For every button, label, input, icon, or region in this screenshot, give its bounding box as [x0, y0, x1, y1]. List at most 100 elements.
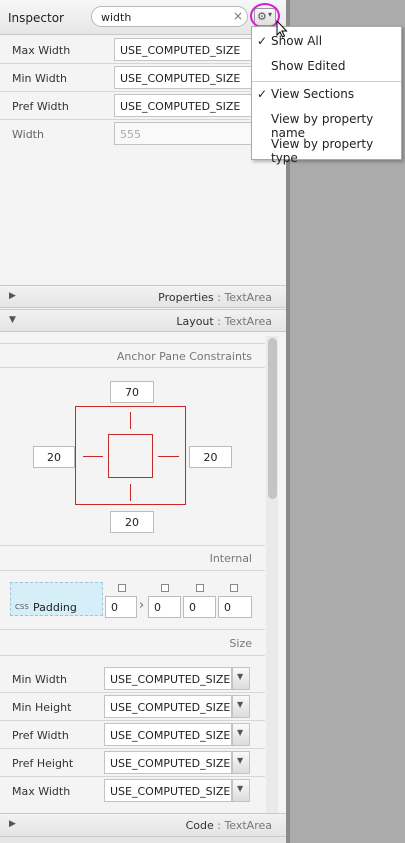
field-label: Pref Height — [12, 757, 74, 770]
check-icon: ✓ — [257, 34, 268, 48]
section-name: Layout — [176, 315, 214, 328]
pref-height-dropdown[interactable]: ▼ — [232, 751, 250, 774]
field-label: Pref Width — [12, 729, 69, 742]
size-title: Size — [229, 637, 252, 650]
check-icon: ✓ — [257, 87, 268, 101]
clear-icon[interactable]: × — [233, 9, 243, 23]
view-options-menu: ✓ Show All Show Edited ✓ View Sections V… — [251, 26, 402, 165]
pref-width-select[interactable]: USE_COMPUTED_SIZE — [104, 723, 232, 746]
anchor-inner-box — [108, 434, 153, 478]
section-properties[interactable]: ▶ Properties : TextArea — [0, 285, 286, 308]
section-title: Properties : TextArea — [158, 291, 272, 304]
pref-width-dropdown[interactable]: ▼ — [232, 723, 250, 746]
min-width-dropdown[interactable]: ▼ — [232, 667, 250, 690]
section-code[interactable]: ▶ Code : TextArea — [0, 813, 286, 837]
dropdown-icon: ▼ — [237, 700, 244, 709]
row-divider — [0, 720, 265, 721]
min-height-select[interactable]: USE_COMPUTED_SIZE — [104, 695, 232, 718]
inspector-header: Inspector width × — [0, 0, 286, 35]
row-divider — [0, 91, 250, 92]
padding-label: Padding — [33, 601, 77, 614]
padding-left-check[interactable] — [230, 584, 238, 592]
field-label: Width — [12, 128, 44, 141]
inspector-title: Inspector — [8, 11, 64, 25]
field-label: Max Width — [12, 44, 71, 57]
row-divider — [0, 570, 265, 571]
search-input[interactable]: width × — [91, 6, 248, 27]
menu-item-label: Show Edited — [271, 59, 346, 73]
search-value: width — [101, 11, 132, 24]
field-label: Min Width — [12, 673, 67, 686]
row-divider — [0, 776, 265, 777]
min-width-field[interactable]: USE_COMPUTED_SIZE — [114, 66, 254, 89]
anchor-bottom-line[interactable] — [130, 484, 131, 501]
expand-icon: ▶ — [9, 291, 16, 301]
width-field: 555 — [114, 122, 254, 145]
pref-width-field[interactable]: USE_COMPUTED_SIZE — [114, 94, 254, 117]
padding-left-field[interactable]: 0 — [218, 596, 252, 618]
menu-item-view-by-type[interactable]: View by property type — [252, 133, 401, 165]
dropdown-icon: ▼ — [237, 784, 244, 793]
menu-item-label: View by property type — [271, 137, 374, 165]
anchor-bottom-field[interactable]: 20 — [110, 511, 154, 533]
menu-item-show-edited[interactable]: Show Edited — [252, 55, 401, 80]
row-divider — [0, 119, 250, 120]
anchor-left-field[interactable]: 20 — [33, 446, 75, 468]
padding-bottom-field[interactable]: 0 — [183, 596, 216, 618]
dropdown-icon: ▼ — [237, 756, 244, 765]
field-label: Min Height — [12, 701, 72, 714]
menu-separator — [252, 81, 401, 82]
row-divider — [0, 748, 265, 749]
anchor-right-line[interactable] — [158, 456, 179, 457]
menu-item-view-sections[interactable]: ✓ View Sections — [252, 83, 401, 108]
row-divider — [0, 629, 265, 630]
row-divider — [0, 63, 250, 64]
dropdown-icon: ▼ — [237, 728, 244, 737]
section-separator: : — [213, 291, 225, 304]
max-width-dropdown[interactable]: ▼ — [232, 779, 250, 802]
section-name: Code — [185, 819, 214, 832]
row-divider — [0, 545, 265, 546]
dropdown-icon: ▼ — [237, 672, 244, 681]
section-layout[interactable]: ▼ Layout : TextArea — [0, 309, 286, 332]
pref-height-select[interactable]: USE_COMPUTED_SIZE — [104, 751, 232, 774]
row-divider — [0, 367, 265, 368]
padding-property[interactable]: CSS Padding — [10, 582, 103, 616]
row-divider — [0, 692, 265, 693]
cursor-icon — [276, 20, 288, 38]
max-width-select[interactable]: USE_COMPUTED_SIZE — [104, 779, 232, 802]
anchor-left-line[interactable] — [83, 456, 103, 457]
section-separator: : — [213, 315, 225, 328]
field-label: Min Width — [12, 72, 67, 85]
menu-item-view-by-name[interactable]: View by property name — [252, 108, 401, 140]
field-label: Max Width — [12, 785, 71, 798]
min-width-select[interactable]: USE_COMPUTED_SIZE — [104, 667, 232, 690]
padding-right-field[interactable]: 0 — [148, 596, 181, 618]
min-height-dropdown[interactable]: ▼ — [232, 695, 250, 718]
menu-item-show-all[interactable]: ✓ Show All — [252, 30, 401, 55]
scrollbar-thumb[interactable] — [268, 338, 277, 499]
section-title: Code : TextArea — [186, 819, 272, 832]
row-divider — [0, 655, 265, 656]
expand-icon: ▶ — [9, 819, 16, 829]
section-title: Layout : TextArea — [176, 315, 272, 328]
anchor-title: Anchor Pane Constraints — [116, 350, 252, 363]
section-separator: : — [213, 819, 225, 832]
collapse-icon: ▼ — [9, 315, 16, 325]
padding-top-check[interactable] — [118, 584, 126, 592]
menu-item-label: View Sections — [271, 87, 355, 101]
field-label: Pref Width — [12, 100, 69, 113]
padding-top-field[interactable]: 0 — [105, 596, 137, 618]
padding-right-check[interactable] — [161, 584, 169, 592]
section-type: TextArea — [224, 315, 272, 328]
panel-bottom — [0, 837, 286, 843]
link-icon: › — [139, 598, 145, 613]
row-divider — [0, 343, 265, 344]
anchor-top-field[interactable]: 70 — [110, 381, 154, 403]
anchor-top-line[interactable] — [130, 412, 131, 429]
anchor-right-field[interactable]: 20 — [189, 446, 232, 468]
css-tag: CSS — [15, 603, 29, 611]
padding-bottom-check[interactable] — [196, 584, 204, 592]
section-type: TextArea — [224, 819, 272, 832]
max-width-field[interactable]: USE_COMPUTED_SIZE — [114, 38, 254, 61]
